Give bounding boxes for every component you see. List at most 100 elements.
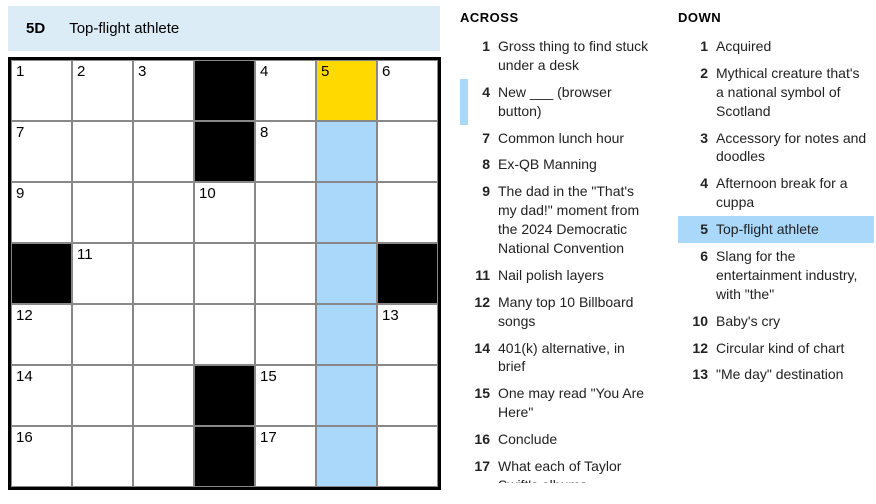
clue-text: Many top 10 Billboard songs (498, 293, 650, 331)
grid-cell[interactable] (377, 365, 438, 426)
grid-cell[interactable]: 2 (72, 60, 133, 121)
clue-lists: ACROSS 1Gross thing to find stuck under … (460, 6, 876, 490)
grid-cell[interactable]: 12 (11, 304, 72, 365)
grid-cell[interactable]: 17 (255, 426, 316, 487)
cell-number: 9 (16, 185, 24, 202)
down-clue-4[interactable]: 4Afternoon break for a cuppa (678, 170, 874, 216)
grid-cell[interactable]: 13 (377, 304, 438, 365)
across-clue-17[interactable]: 17 What each of Taylor Swift's albums rep… (460, 453, 656, 483)
grid-cell[interactable] (377, 426, 438, 487)
grid-cell[interactable]: 10 (194, 182, 255, 243)
clue-number: 12 (688, 339, 708, 358)
across-clue-11[interactable]: 11Nail polish layers (460, 262, 656, 289)
cell-number: 3 (138, 63, 146, 80)
across-clue-16[interactable]: 16Conclude (460, 426, 656, 453)
grid-cell[interactable]: 1 (11, 60, 72, 121)
down-heading: DOWN (678, 10, 876, 25)
left-pane: 5D Top-flight athlete 123456789101112131… (8, 6, 440, 490)
grid-cell[interactable] (72, 182, 133, 243)
across-clue-4[interactable]: 4New ___ (browser button) (460, 79, 656, 125)
clue-number: 6 (688, 247, 708, 304)
grid-cell[interactable]: 5 (316, 60, 377, 121)
down-clue-10[interactable]: 10Baby's cry (678, 308, 874, 335)
clue-number: 17 (470, 457, 490, 483)
across-clue-1[interactable]: 1Gross thing to find stuck under a desk (460, 33, 656, 79)
grid-cell[interactable] (377, 182, 438, 243)
cell-number: 15 (260, 368, 277, 385)
grid-cell[interactable] (194, 304, 255, 365)
clue-number: 13 (688, 365, 708, 384)
clue-number: 1 (470, 37, 490, 75)
grid-cell[interactable]: 16 (11, 426, 72, 487)
across-clue-7[interactable]: 7Common lunch hour (460, 125, 656, 152)
cell-number: 14 (16, 368, 33, 385)
grid-cell[interactable]: 4 (255, 60, 316, 121)
down-clue-12[interactable]: 12Circular kind of chart (678, 335, 874, 362)
grid-cell[interactable]: 3 (133, 60, 194, 121)
grid-cell[interactable]: 7 (11, 121, 72, 182)
grid-cell[interactable] (194, 243, 255, 304)
down-clue-1[interactable]: 1Acquired (678, 33, 874, 60)
cell-number: 6 (382, 63, 390, 80)
grid-cell-black (194, 365, 255, 426)
clue-text: Ex-QB Manning (498, 155, 650, 174)
grid-cell[interactable] (72, 121, 133, 182)
across-clue-8[interactable]: 8 Ex-QB Manning (460, 151, 656, 178)
across-clue-9[interactable]: 9The dad in the "That's my dad!" moment … (460, 178, 656, 262)
clue-text: What each of Taylor Swift's albums repre… (498, 457, 650, 483)
clue-text: The dad in the "That's my dad!" moment f… (498, 182, 650, 258)
cell-number: 4 (260, 63, 268, 80)
current-clue-banner[interactable]: 5D Top-flight athlete (8, 6, 440, 51)
clue-number: 8 (470, 155, 490, 174)
grid-cell[interactable] (72, 304, 133, 365)
down-clue-6[interactable]: 6Slang for the entertainment industry, w… (678, 243, 874, 308)
cell-number: 16 (16, 429, 33, 446)
down-clue-5[interactable]: 5 Top-flight athlete (678, 216, 874, 243)
clue-text: Afternoon break for a cuppa (716, 174, 868, 212)
grid-cell[interactable] (133, 121, 194, 182)
grid-cell[interactable] (316, 121, 377, 182)
grid-cell[interactable] (255, 243, 316, 304)
grid-cell[interactable]: 11 (72, 243, 133, 304)
grid-cell[interactable] (133, 365, 194, 426)
clue-number: 12 (470, 293, 490, 331)
grid-cell[interactable] (133, 304, 194, 365)
grid-cell[interactable] (316, 365, 377, 426)
across-clue-15[interactable]: 15One may read "You Are Here" (460, 380, 656, 426)
clue-text: Mythical creature that's a national symb… (716, 64, 868, 121)
grid-cell[interactable]: 9 (11, 182, 72, 243)
grid-cell[interactable] (316, 426, 377, 487)
grid-cell[interactable]: 14 (11, 365, 72, 426)
across-clue-list[interactable]: 1Gross thing to find stuck under a desk4… (460, 33, 660, 483)
clue-number: 10 (688, 312, 708, 331)
clue-text: Nail polish layers (498, 266, 650, 285)
grid-cell[interactable] (316, 243, 377, 304)
grid-cell[interactable] (316, 304, 377, 365)
grid-cell[interactable] (72, 426, 133, 487)
clue-text: Slang for the entertainment industry, wi… (716, 247, 868, 304)
grid-cell[interactable]: 6 (377, 60, 438, 121)
down-clue-3[interactable]: 3Accessory for notes and doodles (678, 125, 874, 171)
clue-number: 5 (688, 220, 708, 239)
grid-cell[interactable]: 15 (255, 365, 316, 426)
across-clue-12[interactable]: 12Many top 10 Billboard songs (460, 289, 656, 335)
down-clue-13[interactable]: 13 "Me day" destination (678, 361, 874, 388)
grid-cell[interactable] (377, 121, 438, 182)
clue-text: "Me day" destination (716, 365, 868, 384)
clue-text: Top-flight athlete (716, 220, 868, 239)
grid-cell[interactable] (72, 365, 133, 426)
grid-cell[interactable] (316, 182, 377, 243)
down-clue-list[interactable]: 1Acquired2Mythical creature that's a nat… (678, 33, 876, 483)
grid-cell[interactable] (255, 304, 316, 365)
grid-cell[interactable] (133, 182, 194, 243)
grid-cell[interactable] (133, 426, 194, 487)
across-clue-14[interactable]: 14401(k) alternative, in brief (460, 335, 656, 381)
down-clue-2[interactable]: 2Mythical creature that's a national sym… (678, 60, 874, 125)
grid-cell[interactable] (133, 243, 194, 304)
grid-cell-black (194, 60, 255, 121)
clue-text: Common lunch hour (498, 129, 650, 148)
clue-text: 401(k) alternative, in brief (498, 339, 650, 377)
crossword-grid: 1234567891011121314151617 (11, 60, 438, 487)
grid-cell[interactable]: 8 (255, 121, 316, 182)
grid-cell[interactable] (255, 182, 316, 243)
